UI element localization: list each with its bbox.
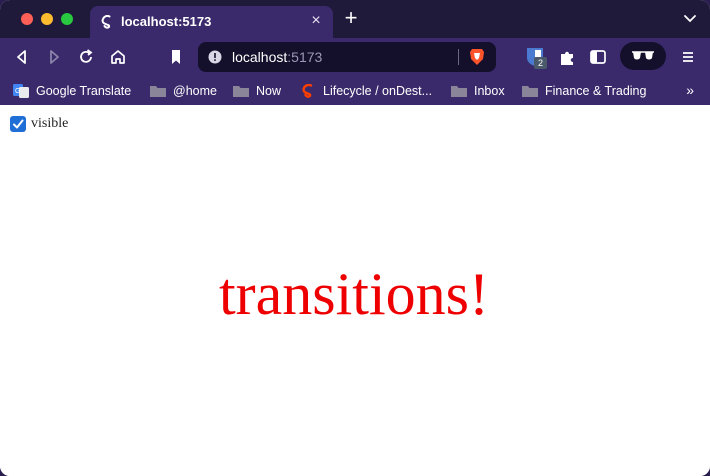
bookmark-folder-inbox[interactable]: Inbox	[451, 80, 505, 102]
heading-text: transitions!	[219, 261, 489, 327]
more-bookmarks-icon[interactable]: »	[686, 82, 694, 98]
minimize-window-button[interactable]	[41, 13, 53, 25]
bookmark-label: Now	[256, 84, 282, 98]
browser-window: localhost:5173 × + localhost:5173 2 G Go…	[0, 0, 710, 476]
bookmark-folder-now[interactable]: Now	[233, 80, 281, 102]
home-icon[interactable]	[108, 47, 128, 67]
bookmark-label: Lifecycle / onDest...	[323, 84, 433, 98]
url-host: localhost	[232, 49, 288, 65]
menu-icon[interactable]	[678, 47, 698, 67]
visible-toggle[interactable]: visible	[10, 116, 68, 132]
folder-icon	[233, 86, 249, 97]
bookmark-folder-finance[interactable]: Finance & Trading	[522, 80, 646, 102]
maximize-window-button[interactable]	[61, 13, 73, 25]
bookmark-icon[interactable]	[166, 47, 186, 67]
forward-icon[interactable]	[44, 47, 64, 67]
url-text: localhost:5173	[232, 49, 322, 65]
checkmark-icon	[13, 119, 24, 129]
svelte-icon	[302, 84, 313, 98]
transitions-heading: transitions!	[0, 259, 710, 329]
google-translate-icon: G	[13, 84, 29, 98]
visible-label: visible	[31, 116, 69, 131]
site-info-icon[interactable]	[208, 50, 222, 64]
bookmark-google-translate[interactable]: G Google Translate	[13, 80, 131, 102]
folder-icon	[150, 86, 166, 97]
bookmark-label: @home	[173, 84, 217, 98]
url-divider	[458, 49, 459, 65]
extensions-icon[interactable]	[557, 47, 577, 67]
address-bar[interactable]: localhost:5173	[198, 42, 496, 72]
bookmark-folder-home[interactable]: @home	[150, 80, 217, 102]
bookmarks-bar: G Google Translate @home Now Lifecycle /…	[0, 76, 710, 105]
brave-shields-icon[interactable]	[469, 48, 485, 66]
bookmark-label: Finance & Trading	[545, 84, 647, 98]
reload-icon[interactable]	[76, 47, 96, 67]
new-tab-button[interactable]: +	[341, 7, 361, 29]
private-profile-button[interactable]	[620, 42, 666, 70]
visible-checkbox[interactable]	[10, 116, 26, 132]
url-port: :5173	[287, 49, 323, 65]
tab-strip: localhost:5173 × +	[0, 0, 710, 38]
folder-icon	[451, 86, 467, 97]
back-icon[interactable]	[12, 47, 32, 67]
chevron-down-icon[interactable]	[682, 10, 698, 26]
bookmark-label: Inbox	[474, 84, 505, 98]
extension-badge: 2	[534, 57, 547, 69]
close-tab-icon[interactable]: ×	[307, 12, 325, 30]
svelte-icon	[101, 15, 111, 29]
svg-text:G: G	[15, 88, 20, 95]
sunglasses-icon	[632, 51, 654, 60]
folder-icon	[522, 86, 538, 97]
page-content: visible transitions!	[0, 105, 710, 476]
navigation-toolbar: localhost:5173 2	[0, 38, 710, 76]
tab-localhost[interactable]: localhost:5173 ×	[90, 6, 333, 38]
close-window-button[interactable]	[21, 13, 33, 25]
tab-title: localhost:5173	[121, 14, 212, 29]
sidebar-icon[interactable]	[588, 47, 608, 67]
bookmark-label: Google Translate	[36, 84, 132, 98]
bookmark-lifecycle[interactable]: Lifecycle / onDest...	[300, 80, 432, 102]
